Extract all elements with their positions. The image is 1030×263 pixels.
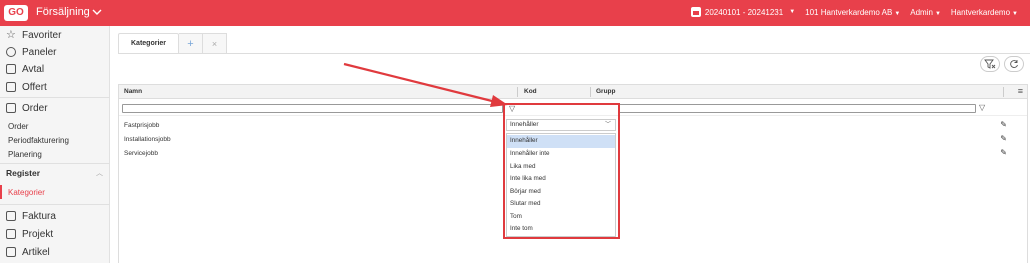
document-icon [6,82,16,92]
user-selector[interactable]: Hantverkardemo ▼ [951,8,1018,17]
sidebar-item-avtal[interactable]: Avtal [0,60,110,78]
period-label: 20240101 - 20241231 [704,7,784,17]
sidebar-item-label: Artikel [22,246,50,258]
sidebar-item-order[interactable]: Order [0,99,110,117]
sidebar-subitem-order[interactable]: Order [0,119,110,133]
period-selector[interactable]: 20240101 - 20241231 ▼ [690,7,796,17]
role-label: Admin [910,7,933,17]
cell-namn: Installationsjobb [124,136,171,143]
caret-down-icon: ▼ [1012,10,1018,17]
cell-namn: Fastprisjobb [124,122,160,129]
sidebar-item-label: Favoriter [22,29,62,41]
tab-divider [118,53,1030,54]
sidebar-item-artikel[interactable]: Artikel [0,243,110,261]
column-header-grupp[interactable]: Grupp [593,85,616,99]
divider [0,204,110,205]
sidebar-item-projekt[interactable]: Projekt [0,225,110,243]
tab-bar: Kategorier + × [118,33,228,53]
sidebar-item-favoriter[interactable]: ☆ Favoriter [0,26,110,44]
sidebar-item-label: Projekt [22,228,54,240]
reload-button[interactable] [1004,56,1024,72]
sidebar-item-label: Order [22,102,48,114]
sidebar-subitem-kategorier[interactable]: Kategorier [0,185,110,199]
edit-icon[interactable]: ✎ [1000,120,1007,129]
sidebar-item-label: Avtal [22,63,45,75]
caret-down-icon: ▼ [934,10,941,17]
column-separator[interactable] [590,87,591,97]
edit-icon[interactable]: ✎ [1000,134,1007,143]
column-header-namn[interactable]: Namn [121,85,142,99]
divider [0,163,110,164]
edit-icon[interactable]: ✎ [1000,148,1007,157]
invoice-icon [6,211,16,221]
column-header-kod[interactable]: Kod [521,85,537,99]
gauge-icon [6,47,16,57]
clear-filter-icon [984,59,996,69]
company-selector[interactable]: 101 Hantverkardemo AB ▼ [805,8,900,17]
annotation-highlight-box [503,103,620,239]
sidebar-item-label: Faktura [22,210,56,222]
app-title[interactable]: Försäljning [36,6,90,18]
sidebar-section-register[interactable]: Register [6,168,40,178]
divider [0,97,110,98]
add-tab-button[interactable]: + [179,33,204,53]
menu-icon[interactable]: ≡ [1018,86,1023,96]
star-icon: ☆ [6,29,16,41]
sidebar-subitem-periodfakturering[interactable]: Periodfakturering [0,133,110,147]
project-icon [6,229,16,239]
company-label: 101 Hantverkardemo AB [805,7,893,17]
top-bar: GO Försäljning 20240101 - 20241231 ▼ 101 … [0,0,1030,26]
sidebar: ☆ Favoriter Paneler Avtal Offert Order Or… [0,26,110,263]
grid-header: Namn Kod Grupp ≡ [119,85,1027,99]
caret-down-icon: ▼ [894,10,901,17]
reload-icon [1010,60,1018,68]
tab-kategorier[interactable]: Kategorier [118,33,180,53]
article-icon [6,247,16,257]
sidebar-item-offert[interactable]: Offert [0,78,110,96]
filter-icon[interactable]: ▽ [979,103,985,112]
sidebar-item-paneler[interactable]: Paneler [0,43,110,61]
role-selector[interactable]: Admin ▼ [910,8,941,17]
close-tab-button[interactable]: × [203,33,228,53]
contract-icon [6,64,16,74]
cell-namn: Servicejobb [124,150,158,157]
column-separator[interactable] [517,87,518,97]
chevron-up-icon[interactable]: ︿ [96,168,103,178]
sidebar-item-faktura[interactable]: Faktura [0,207,110,225]
filter-input-grupp[interactable] [619,104,976,113]
calendar-icon [690,7,701,17]
column-separator[interactable] [1003,87,1004,97]
caret-down-icon: ▼ [789,9,796,15]
filter-input-namn[interactable] [122,104,503,113]
order-icon [6,103,16,113]
sidebar-item-label: Paneler [22,46,57,58]
sidebar-subitem-planering[interactable]: Planering [0,147,110,161]
sidebar-item-label: Offert [22,81,47,93]
chevron-down-icon[interactable] [90,5,104,19]
clear-filter-button[interactable] [980,56,1000,72]
top-right-menu: 20240101 - 20241231 ▼ 101 Hantverkardemo … [690,7,1018,17]
app-logo[interactable]: GO [4,5,28,21]
user-label: Hantverkardemo [950,7,1011,17]
